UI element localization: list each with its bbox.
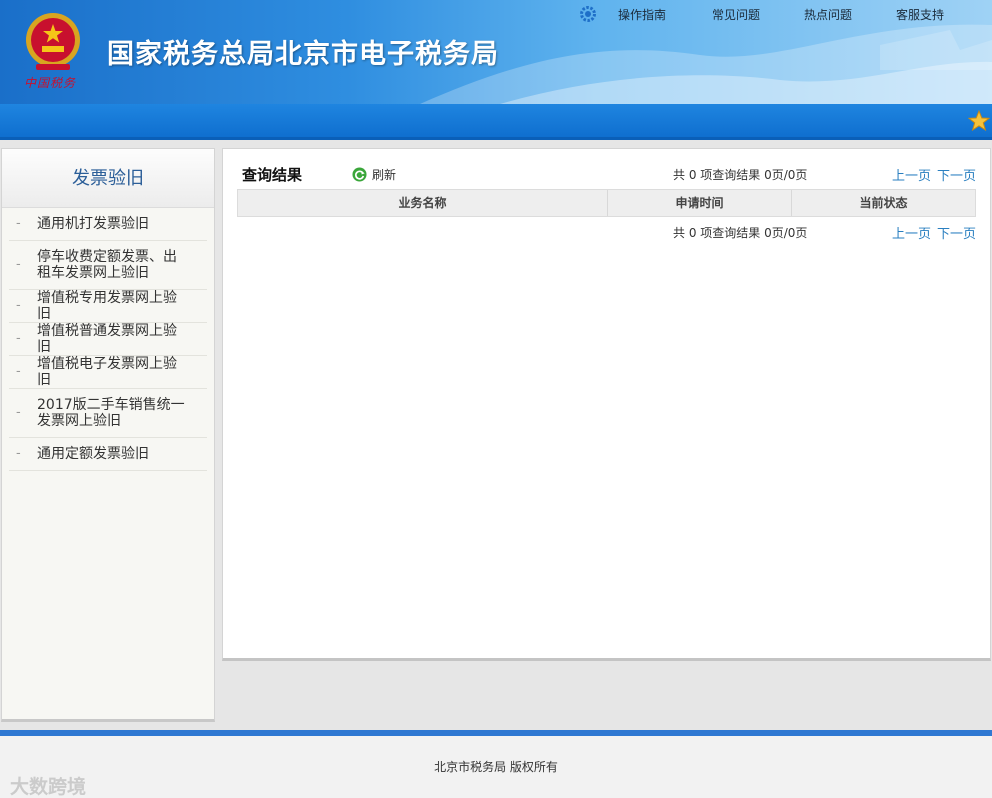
sidebar: 发票验旧 - 通用机打发票验旧 - 停车收费定额发票、出租车发票网上验旧 - 增… xyxy=(1,148,215,722)
bullet-dash: - xyxy=(16,364,21,379)
sidebar-item-label: 增值税普通发票网上验旧 xyxy=(37,323,177,355)
sidebar-item-label: 通用机打发票验旧 xyxy=(37,216,149,232)
nav-hot-topics[interactable]: 热点问题 xyxy=(804,6,852,23)
watermark-text: 大数跨境 xyxy=(10,776,87,798)
nav-faq[interactable]: 常见问题 xyxy=(712,6,760,23)
sidebar-item-general-fixed-invoice[interactable]: - 通用定额发票验旧 xyxy=(9,438,207,471)
header-blue-bar xyxy=(0,104,992,140)
copyright-text: 北京市税务局 版权所有 xyxy=(434,760,558,774)
pager-summary-top: 共 0 项查询结果 0页/0页 xyxy=(673,168,808,182)
sidebar-item-label: 增值税专用发票网上验旧 xyxy=(37,290,177,322)
pager-links-bottom: 上一页 下一页 xyxy=(892,223,982,242)
bullet-dash: - xyxy=(16,446,21,461)
next-page-link[interactable]: 下一页 xyxy=(937,169,976,184)
pager-summary-bottom: 共 0 项查询结果 0页/0页 xyxy=(673,226,808,240)
sidebar-item-label: 通用定额发票验旧 xyxy=(37,446,149,462)
sidebar-item-parking-taxi-invoice[interactable]: - 停车收费定额发票、出租车发票网上验旧 xyxy=(9,241,207,290)
bullet-dash: - xyxy=(16,257,21,272)
column-header-apply-time: 申请时间 xyxy=(608,190,792,216)
pager-links-top: 上一页 下一页 xyxy=(892,165,982,184)
top-navigation: 操作指南 常见问题 热点问题 客服支持 xyxy=(580,6,944,22)
site-header: 中国税务 国家税务总局北京市电子税务局 操作指南 常见问题 热点问题 客服支持 xyxy=(0,0,992,104)
sidebar-item-label: 2017版二手车销售统一发票网上验旧 xyxy=(37,397,185,429)
refresh-label: 刷新 xyxy=(372,168,397,182)
bullet-dash: - xyxy=(16,331,21,346)
query-results-panel: 查询结果 刷新 共 0 项查询结果 0页/0页 上一页 下一页 业务名称 申请时间… xyxy=(222,148,991,661)
sidebar-item-vat-special-invoice[interactable]: - 增值税专用发票网上验旧 xyxy=(9,290,207,323)
nav-customer-support[interactable]: 客服支持 xyxy=(896,6,944,23)
sidebar-item-label: 增值税电子发票网上验旧 xyxy=(37,356,177,388)
sidebar-item-vat-electronic-invoice[interactable]: - 增值税电子发票网上验旧 xyxy=(9,356,207,389)
next-page-link[interactable]: 下一页 xyxy=(937,227,976,242)
refresh-button[interactable]: 刷新 xyxy=(352,166,396,183)
sidebar-item-vat-general-invoice[interactable]: - 增值税普通发票网上验旧 xyxy=(9,323,207,356)
bullet-dash: - xyxy=(16,405,21,420)
bullet-dash: - xyxy=(16,216,21,231)
column-header-status: 当前状态 xyxy=(859,196,908,210)
bullet-dash: - xyxy=(16,298,21,313)
sidebar-title: 发票验旧 xyxy=(2,149,214,208)
brand-small-logo-text: 中国税务 xyxy=(24,76,77,90)
site-footer: 北京市税务局 版权所有 大数跨境 xyxy=(0,730,992,798)
refresh-icon xyxy=(352,167,367,182)
sidebar-item-general-machine-invoice[interactable]: - 通用机打发票验旧 xyxy=(9,208,207,241)
star-icon[interactable] xyxy=(968,110,990,132)
prev-page-link[interactable]: 上一页 xyxy=(892,169,931,184)
gear-icon xyxy=(580,6,596,22)
results-table-header: 业务名称 申请时间 当前状态 xyxy=(237,189,976,217)
site-title: 国家税务总局北京市电子税务局 xyxy=(107,39,499,70)
sidebar-item-label: 停车收费定额发票、出租车发票网上验旧 xyxy=(37,249,177,281)
sidebar-menu: - 通用机打发票验旧 - 停车收费定额发票、出租车发票网上验旧 - 增值税专用发… xyxy=(2,208,214,471)
nav-operation-guide[interactable]: 操作指南 xyxy=(618,6,666,23)
national-emblem-icon xyxy=(26,13,80,70)
prev-page-link[interactable]: 上一页 xyxy=(892,227,931,242)
results-title: 查询结果 xyxy=(242,166,303,184)
column-header-business-name: 业务名称 xyxy=(238,190,608,216)
sidebar-item-used-car-invoice[interactable]: - 2017版二手车销售统一发票网上验旧 xyxy=(9,389,207,438)
